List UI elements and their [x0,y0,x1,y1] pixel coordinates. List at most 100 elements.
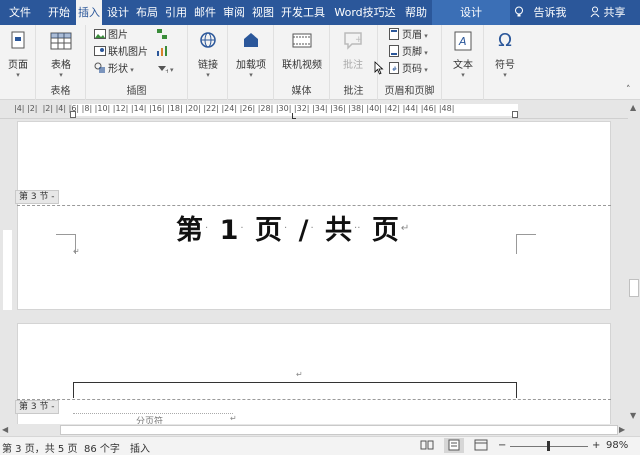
vertical-ruler[interactable] [0,120,14,425]
online-video-button[interactable]: 联机视频 [278,29,326,71]
chart-icon [156,45,168,57]
page-button[interactable]: 页面 ▾ [4,29,32,79]
page-icon [6,29,30,53]
tab-developer[interactable]: 开发工具 [278,0,328,25]
lightbulb-icon [514,2,524,17]
chevron-down-icon: ▾ [128,66,134,74]
tab-word-tips[interactable]: Word技巧达人 [329,0,401,44]
illustrations-group: 图片 联机图片 形状 ▾ + ▾ 插图 [86,25,188,100]
page-field-text: 页 [371,215,401,246]
tab-review[interactable]: 审阅 [220,0,248,25]
chevron-down-icon: ▾ [249,71,253,79]
tab-home[interactable]: 开始 [42,0,76,25]
footer-label: 页脚 [402,47,422,58]
tab-file[interactable]: 文件 [0,0,40,25]
text-button[interactable]: A 文本 ▾ [448,29,478,79]
section-tag: 第 3 节 - [15,400,59,414]
comment-button[interactable]: + 批注 [338,29,368,71]
svg-text:A: A [458,35,467,48]
page-number-label: 页码 [402,64,422,75]
web-layout-icon[interactable] [474,439,488,454]
shapes-button[interactable]: 形状 ▾ [94,62,134,78]
print-layout-icon[interactable] [444,438,464,453]
scroll-down-icon[interactable]: ▼ [630,411,636,420]
share-label: 共享 [603,6,626,19]
video-icon [290,29,314,53]
collapse-ribbon-icon[interactable]: ˄ [626,85,631,95]
ruler-center-tab-icon[interactable] [292,113,296,119]
person-icon [590,2,600,18]
zoom-out-button[interactable]: − [498,440,506,451]
status-bar: 第 3 页，共 5 页 86 个字 插入 − + 98% [0,436,640,455]
scroll-left-icon[interactable]: ◀ [2,425,8,434]
screenshot-button[interactable]: + ▾ [156,62,174,78]
insert-mode-status[interactable]: 插入 [130,440,150,455]
link-button[interactable]: 链接 ▾ [194,29,222,79]
tab-header-footer-design[interactable]: 设计 [432,0,510,25]
header-button[interactable]: 页眉 ▾ [388,28,428,44]
tab-layout[interactable]: 布局 [133,0,161,25]
scrollbar-thumb[interactable] [629,279,639,297]
page-number-field[interactable]: 第· 1· 页· /· 共·· 页↵ [176,208,409,247]
text-group: A 文本 ▾ [442,25,484,100]
zoom-in-button[interactable]: + [592,440,600,451]
header-footer-group-label: 页眉和页脚 [384,86,435,97]
header-text-box[interactable] [73,382,517,398]
page-number-button[interactable]: # 页码 ▾ [388,62,428,78]
page-count-status[interactable]: 第 3 页，共 5 页 [2,440,77,455]
tab-insert[interactable]: 插入 [76,0,102,25]
svg-text:+: + [355,35,363,45]
media-group: 联机视频 媒体 [274,25,330,100]
comments-group: + 批注 批注 [330,25,384,100]
horizontal-scrollbar[interactable]: ◀ ▶ [0,424,628,436]
addins-button[interactable]: 加载项 ▾ [236,29,266,79]
picture-icon [94,28,106,40]
header-footer-group: 页眉 ▾ 页脚 ▾ # 页码 ▾ 页眉和页脚 [378,25,442,100]
zoom-slider-thumb[interactable] [547,441,550,451]
scroll-right-icon[interactable]: ▶ [619,425,625,434]
tab-help[interactable]: 帮助 [402,0,430,25]
tell-me-search[interactable]: 告诉我 [514,0,567,25]
footer-button[interactable]: 页脚 ▾ [388,45,428,61]
picture-button[interactable]: 图片 [94,28,128,44]
chevron-down-icon: ▾ [422,66,428,74]
tab-references[interactable]: 引用 [162,0,190,25]
ruler-numbers: |4| |2| |2| |4| |6| |8| |10| |12| |14| |… [14,104,455,113]
symbol-button[interactable]: Ω 符号 ▾ [490,29,520,79]
ruler-right-indent-icon[interactable] [512,111,518,118]
scroll-up-icon[interactable]: ▲ [630,103,636,112]
picture-label: 图片 [108,30,128,41]
scrollbar-thumb[interactable] [60,425,618,435]
header-label: 页眉 [402,30,422,41]
links-group: 链接 ▾ [188,25,228,100]
omega-icon: Ω [498,30,512,51]
share-button[interactable]: 共享 [590,0,626,25]
table-button[interactable]: 表格 ▾ [46,29,76,79]
tab-mailings[interactable]: 邮件 [191,0,219,25]
tab-design[interactable]: 设计 [104,0,132,25]
pages-group: 页面 ▾ [0,25,36,100]
ribbon-tab-bar: 文件 开始 插入 设计 布局 引用 邮件 审阅 视图 开发工具 Word技巧达人… [0,0,640,44]
comment-label: 批注 [343,60,363,71]
globe-link-icon [196,29,220,53]
chevron-down-icon: ▾ [461,71,465,79]
chevron-down-icon: ▾ [422,49,428,57]
chart-button[interactable] [156,45,170,61]
online-picture-icon [94,45,106,57]
margin-corner-mark [516,234,536,254]
online-picture-button[interactable]: 联机图片 [94,45,148,61]
vertical-scrollbar[interactable]: ▲ ▼ [628,101,640,424]
ruler-tab-stop-icon[interactable] [70,111,76,118]
comment-icon: + [341,29,365,53]
shapes-icon [94,62,106,74]
zoom-level[interactable]: 98% [606,440,628,451]
tab-view[interactable]: 视图 [249,0,277,25]
horizontal-ruler[interactable]: |4| |2| |2| |4| |6| |8| |10| |12| |14| |… [0,101,628,119]
word-count-status[interactable]: 86 个字 [84,440,120,455]
read-mode-icon[interactable] [420,439,434,454]
smartart-button[interactable] [156,28,170,44]
page-2[interactable] [17,323,611,433]
table-label: 表格 [51,60,71,71]
symbol-label: 符号 [495,60,515,71]
page-field-text: 页 [254,215,284,246]
